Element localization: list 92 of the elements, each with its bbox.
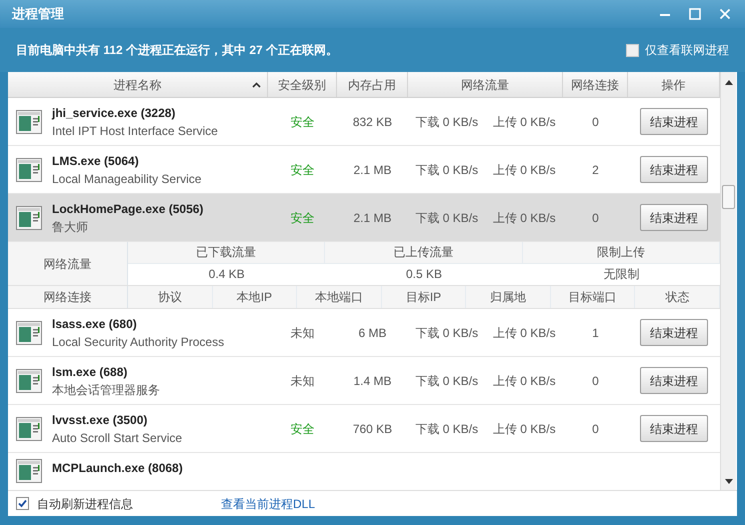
memory-usage: 2.1 MB bbox=[353, 162, 392, 178]
process-name: lsass.exe (680) bbox=[52, 316, 138, 332]
memory-usage: 1.4 MB bbox=[353, 372, 392, 390]
column-header[interactable]: 网络连接 bbox=[563, 72, 628, 97]
traffic-value: 0.5 KB bbox=[406, 266, 442, 284]
sort-up-icon bbox=[252, 82, 261, 88]
end-process-button[interactable]: 结束进程 bbox=[640, 108, 708, 135]
process-name: LMS.exe (5064) bbox=[52, 152, 140, 170]
traffic-value: 无限制 bbox=[603, 266, 640, 284]
download-speed: 下载 0 KB/s bbox=[415, 210, 478, 226]
connections-label: 网络连接 bbox=[44, 289, 92, 306]
connection-column-header: 目标IP bbox=[406, 289, 442, 306]
traffic-column-header: 已上传流量 bbox=[393, 244, 454, 262]
download-speed: 下载 0 KB/s bbox=[415, 372, 478, 390]
memory-usage: 832 KB bbox=[352, 114, 392, 130]
checkbox[interactable] bbox=[16, 497, 29, 510]
connection-column-header: 状态 bbox=[665, 289, 690, 306]
security-level: 安全 bbox=[290, 162, 314, 178]
download-speed: 下载 0 KB/s bbox=[415, 420, 478, 438]
connection-count: 2 bbox=[592, 162, 599, 178]
connection-column-header: 本地端口 bbox=[314, 289, 363, 306]
program-window-icon bbox=[16, 320, 42, 344]
upload-speed: 上传 0 KB/s bbox=[492, 324, 556, 342]
connection-column-header: 目标端口 bbox=[568, 289, 617, 306]
traffic-column-header: 限制上传 bbox=[596, 244, 645, 262]
security-level: 安全 bbox=[290, 114, 314, 130]
connection-column-header: 协议 bbox=[158, 289, 182, 306]
end-process-button[interactable]: 结束进程 bbox=[640, 156, 708, 183]
download-speed: 下载 0 KB/s bbox=[415, 324, 478, 342]
program-window-icon bbox=[16, 368, 42, 392]
upload-speed: 上传 0 KB/s bbox=[492, 162, 556, 178]
memory-usage: 6 MB bbox=[358, 324, 386, 342]
process-description: Local Security Authority Process bbox=[52, 334, 224, 350]
upload-speed: 上传 0 KB/s bbox=[492, 210, 556, 226]
end-process-button[interactable]: 结束进程 bbox=[640, 319, 708, 346]
traffic-column-header: 已下载流量 bbox=[196, 244, 256, 262]
close-icon[interactable] bbox=[719, 8, 731, 20]
process-summary: 目前电脑中共有 112 个进程正在运行，其中 27 个正在联网。 bbox=[16, 42, 338, 59]
process-description: 本地会话管理器服务 bbox=[52, 382, 160, 398]
check-icon bbox=[18, 499, 27, 508]
connection-count: 0 bbox=[592, 114, 599, 130]
filter-label: 仅查看联网进程 bbox=[645, 42, 729, 59]
end-process-button[interactable]: 结束进程 bbox=[640, 367, 708, 394]
connection-column-header: 本地IP bbox=[236, 289, 272, 306]
end-process-button[interactable]: 结束进程 bbox=[640, 204, 708, 231]
process-row[interactable]: LockHomePage.exe (5056) 鲁大师 安全 2.1 MB 下载 0 KB/s 上传 0 KB/s 0 结束进程 bbox=[8, 194, 720, 242]
process-name: LockHomePage.exe (5056) bbox=[52, 200, 204, 218]
download-speed: 下载 0 KB/s bbox=[415, 162, 478, 178]
program-window-icon bbox=[16, 158, 42, 182]
memory-usage: 760 KB bbox=[352, 420, 392, 438]
process-name: lsm.exe (688) bbox=[52, 364, 128, 380]
view-dll-link[interactable]: 查看当前进程DLL bbox=[221, 494, 316, 512]
security-level: 安全 bbox=[290, 420, 314, 438]
maximize-icon[interactable] bbox=[689, 8, 701, 20]
column-header[interactable]: 安全级别 bbox=[268, 72, 337, 97]
column-header[interactable]: 网络流量 bbox=[408, 72, 563, 97]
program-window-icon bbox=[16, 416, 42, 440]
connection-count: 0 bbox=[592, 420, 599, 438]
security-level: 安全 bbox=[290, 210, 314, 226]
end-process-button[interactable]: 结束进程 bbox=[640, 415, 708, 442]
process-description: Auto Scroll Start Service bbox=[52, 430, 182, 446]
connection-column-header: 归属地 bbox=[490, 289, 526, 306]
checkbox[interactable] bbox=[626, 44, 639, 56]
connection-count: 0 bbox=[592, 372, 599, 390]
connection-count: 1 bbox=[592, 324, 599, 342]
process-description: 鲁大师 bbox=[52, 218, 89, 236]
memory-usage: 2.1 MB bbox=[353, 210, 392, 226]
download-speed: 下载 0 KB/s bbox=[415, 114, 478, 130]
scroll-thumb[interactable] bbox=[722, 185, 735, 209]
security-level: 未知 bbox=[290, 372, 314, 390]
program-window-icon bbox=[16, 459, 42, 483]
process-name: MCPLaunch.exe (8068) bbox=[52, 460, 183, 477]
process-name: lvvsst.exe (3500) bbox=[52, 412, 148, 428]
program-window-icon bbox=[16, 206, 42, 230]
program-window-icon bbox=[16, 110, 42, 134]
security-level: 未知 bbox=[290, 324, 314, 342]
upload-speed: 上传 0 KB/s bbox=[492, 114, 556, 130]
column-header[interactable]: 进程名称 bbox=[8, 72, 268, 97]
upload-speed: 上传 0 KB/s bbox=[492, 372, 556, 390]
process-description: Local Manageability Service bbox=[52, 170, 202, 188]
scroll-up-icon[interactable] bbox=[724, 80, 732, 85]
traffic-label: 网络流量 bbox=[44, 256, 92, 272]
process-name: jhi_service.exe (3228) bbox=[52, 104, 176, 122]
auto-refresh-label: 自动刷新进程信息 bbox=[37, 496, 133, 512]
connection-count: 0 bbox=[592, 210, 599, 226]
window-title: 进程管理 bbox=[12, 5, 64, 24]
traffic-value: 0.4 KB bbox=[208, 266, 245, 284]
upload-speed: 上传 0 KB/s bbox=[492, 420, 556, 438]
process-description: Intel IPT Host Interface Service bbox=[52, 122, 218, 140]
scroll-down-icon[interactable] bbox=[724, 479, 732, 484]
scrollbar[interactable] bbox=[720, 72, 736, 490]
column-header[interactable]: 内存占用 bbox=[337, 72, 408, 97]
